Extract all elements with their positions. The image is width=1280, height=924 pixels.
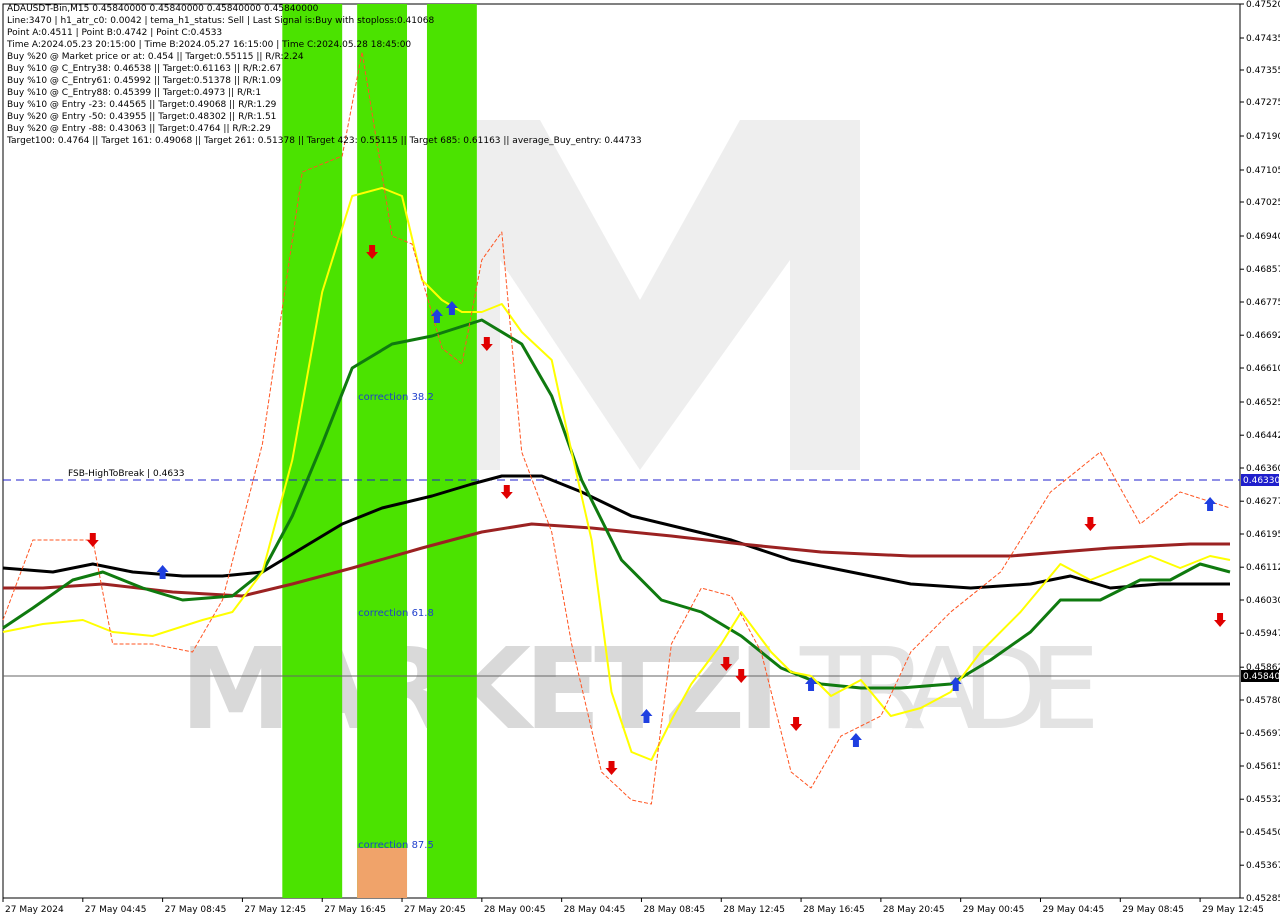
y-tick-label: 0.46857 bbox=[1246, 265, 1280, 275]
y-tick-label: 0.45947 bbox=[1246, 629, 1280, 639]
y-tick-label: 0.45285 bbox=[1246, 894, 1280, 904]
y-tick-label: 0.46940 bbox=[1246, 232, 1280, 242]
y-tick-label: 0.47190 bbox=[1246, 132, 1280, 142]
y-tick-label: 0.47435 bbox=[1246, 34, 1280, 44]
y-tick-label: 0.46610 bbox=[1246, 364, 1280, 374]
x-tick-label: 29 May 08:45 bbox=[1122, 905, 1184, 915]
info-line: Buy %20 @ Market price or at: 0.454 || T… bbox=[7, 52, 304, 62]
x-tick-label: 27 May 20:45 bbox=[404, 905, 466, 915]
y-tick-label: 0.46277 bbox=[1246, 497, 1280, 507]
info-line: Point A:0.4511 | Point B:0.4742 | Point … bbox=[7, 28, 223, 38]
y-tick-label: 0.46360 bbox=[1246, 464, 1280, 474]
x-tick-label: 27 May 2024 bbox=[5, 905, 64, 915]
x-tick-label: 28 May 16:45 bbox=[803, 905, 865, 915]
info-line: Buy %10 @ C_Entry38: 0.46538 || Target:0… bbox=[7, 64, 282, 74]
y-tick-label: 0.47025 bbox=[1246, 198, 1280, 208]
y-tick-label: 0.47105 bbox=[1246, 166, 1280, 176]
price-chart: MARKETZITRADEFSB-HighToBreak | 0.4633cor… bbox=[0, 0, 1280, 920]
y-tick-label: 0.46195 bbox=[1246, 530, 1280, 540]
y-tick-label: 0.46525 bbox=[1246, 398, 1280, 408]
x-tick-label: 27 May 12:45 bbox=[244, 905, 306, 915]
x-tick-label: 28 May 04:45 bbox=[564, 905, 626, 915]
x-tick-label: 29 May 00:45 bbox=[963, 905, 1025, 915]
level-label: FSB-HighToBreak | 0.4633 bbox=[68, 469, 185, 479]
watermark-left: MARKETZI bbox=[180, 625, 780, 755]
x-tick-label: 28 May 08:45 bbox=[643, 905, 705, 915]
x-tick-label: 27 May 16:45 bbox=[324, 905, 386, 915]
info-line: Buy %10 @ Entry -23: 0.44565 || Target:0… bbox=[7, 100, 277, 110]
info-line: Buy %20 @ Entry -50: 0.43955 || Target:0… bbox=[7, 112, 277, 122]
info-line: Line:3470 | h1_atr_c0: 0.0042 | tema_h1_… bbox=[7, 16, 435, 26]
info-panel: ADAUSDT-Bin,M15 0.45840000 0.45840000 0.… bbox=[7, 3, 642, 147]
y-tick-label: 0.46030 bbox=[1246, 596, 1280, 606]
y-tick-label: 0.45615 bbox=[1246, 762, 1280, 772]
y-tick-label: 0.45780 bbox=[1246, 696, 1280, 706]
y-tick-label: 0.46775 bbox=[1246, 298, 1280, 308]
info-line: Buy %10 @ C_Entry61: 0.45992 || Target:0… bbox=[7, 76, 282, 86]
y-tick-label: 0.45532 bbox=[1246, 795, 1280, 805]
info-line: Time A:2024.05.23 20:15:00 | Time B:2024… bbox=[7, 40, 412, 50]
y-tick-label: 0.45450 bbox=[1246, 828, 1280, 838]
y-tick-label: 0.47275 bbox=[1246, 98, 1280, 108]
y-tick-label: 0.46692 bbox=[1246, 331, 1280, 341]
y-tick-label: 0.45697 bbox=[1246, 729, 1280, 739]
x-tick-label: 29 May 12:45 bbox=[1202, 905, 1264, 915]
y-tick-label: 0.47355 bbox=[1246, 66, 1280, 76]
correction-label: correction 38.2 bbox=[358, 392, 434, 403]
y-tick-label: 0.46442 bbox=[1246, 431, 1280, 441]
price-tag-label: 0.45840 bbox=[1243, 672, 1280, 682]
x-tick-label: 27 May 04:45 bbox=[85, 905, 147, 915]
info-line: ADAUSDT-Bin,M15 0.45840000 0.45840000 0.… bbox=[7, 4, 319, 14]
info-line: Buy %10 @ C_Entry88: 0.45399 || Target:0… bbox=[7, 88, 262, 98]
x-tick-label: 29 May 04:45 bbox=[1042, 905, 1104, 915]
correction-87-box bbox=[357, 848, 408, 898]
x-tick-label: 27 May 08:45 bbox=[165, 905, 227, 915]
y-tick-label: 0.47520 bbox=[1246, 0, 1280, 10]
correction-label: correction 61.8 bbox=[358, 608, 434, 619]
price-tag-label: 0.46330 bbox=[1243, 476, 1280, 486]
y-tick-label: 0.45367 bbox=[1246, 861, 1280, 871]
x-tick-label: 28 May 20:45 bbox=[883, 905, 945, 915]
info-line: Buy %20 @ Entry -88: 0.43063 || Target:0… bbox=[7, 124, 271, 134]
x-tick-label: 28 May 12:45 bbox=[723, 905, 785, 915]
x-tick-label: 28 May 00:45 bbox=[484, 905, 546, 915]
correction-label: correction 87.5 bbox=[358, 840, 434, 851]
info-line: Target100: 0.4764 || Target 161: 0.49068… bbox=[7, 136, 642, 146]
y-tick-label: 0.46112 bbox=[1246, 563, 1280, 573]
